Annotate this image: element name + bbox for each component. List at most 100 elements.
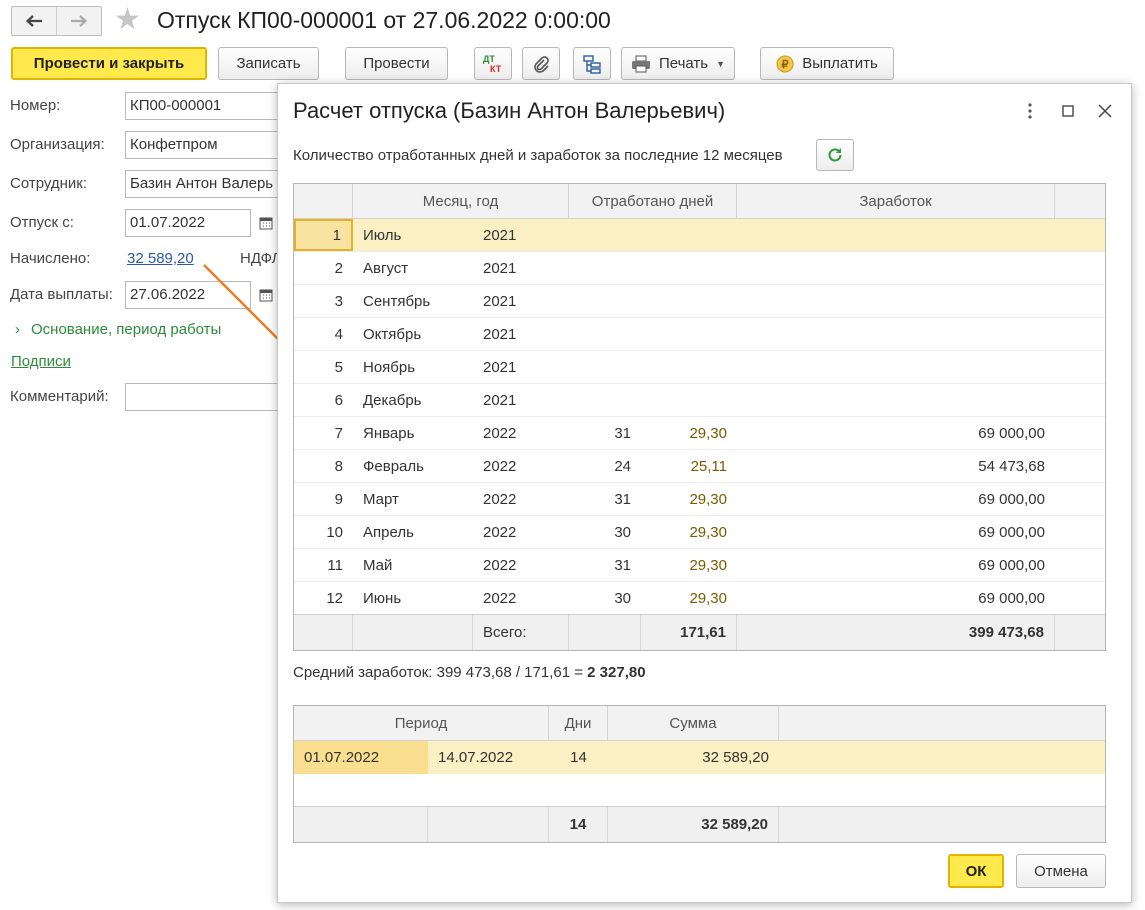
days-cell[interactable]: 31: [569, 549, 641, 581]
accrued-amount-link[interactable]: 32 589,20: [127, 250, 194, 267]
attach-button[interactable]: [522, 47, 560, 80]
year-cell[interactable]: 2022: [473, 582, 569, 614]
days-cell[interactable]: [569, 252, 641, 284]
earnings-cell[interactable]: 69 000,00: [737, 417, 1055, 449]
number-field[interactable]: КП00-000001: [125, 92, 285, 120]
favorite-star-icon[interactable]: ★: [114, 4, 141, 36]
year-cell[interactable]: 2022: [473, 417, 569, 449]
year-cell[interactable]: 2022: [473, 516, 569, 548]
month-cell[interactable]: Ноябрь: [353, 351, 473, 383]
sum-header[interactable]: Сумма: [608, 706, 779, 740]
month-cell[interactable]: Май: [353, 549, 473, 581]
close-icon[interactable]: [1094, 100, 1116, 122]
table-row[interactable]: 8 Февраль 2022 24 25,11 54 473,68: [294, 450, 1105, 483]
period-sum[interactable]: 32 589,20: [608, 741, 779, 774]
row-index[interactable]: 8: [294, 450, 353, 482]
post-and-close-button[interactable]: Провести и закрыть: [11, 47, 207, 80]
year-cell[interactable]: 2022: [473, 549, 569, 581]
more-menu-icon[interactable]: [1019, 100, 1041, 122]
table-row[interactable]: 12 Июнь 2022 30 29,30 69 000,00: [294, 582, 1105, 615]
row-index[interactable]: 3: [294, 285, 353, 317]
days-cell[interactable]: 31: [569, 417, 641, 449]
row-index[interactable]: 4: [294, 318, 353, 350]
month-cell[interactable]: Декабрь: [353, 384, 473, 416]
year-cell[interactable]: 2021: [473, 285, 569, 317]
coefficient-cell[interactable]: [641, 384, 737, 416]
month-cell[interactable]: Октябрь: [353, 318, 473, 350]
basis-section-toggle[interactable]: › Основание, период работы: [15, 321, 221, 338]
back-button[interactable]: [12, 7, 56, 35]
year-cell[interactable]: 2021: [473, 351, 569, 383]
month-cell[interactable]: Июнь: [353, 582, 473, 614]
table-row[interactable]: 2 Август 2021: [294, 252, 1105, 285]
days-cell[interactable]: 24: [569, 450, 641, 482]
year-cell[interactable]: 2021: [473, 252, 569, 284]
coefficient-cell[interactable]: [641, 252, 737, 284]
table-row[interactable]: 6 Декабрь 2021: [294, 384, 1105, 417]
month-cell[interactable]: Март: [353, 483, 473, 515]
earnings-cell[interactable]: 69 000,00: [737, 516, 1055, 548]
month-cell[interactable]: Август: [353, 252, 473, 284]
row-index[interactable]: 10: [294, 516, 353, 548]
year-cell[interactable]: 2021: [473, 219, 569, 251]
days-cell[interactable]: [569, 285, 641, 317]
month-cell[interactable]: Июль: [353, 219, 473, 251]
row-index[interactable]: 5: [294, 351, 353, 383]
table-row[interactable]: 7 Январь 2022 31 29,30 69 000,00: [294, 417, 1105, 450]
row-index[interactable]: 6: [294, 384, 353, 416]
coefficient-cell[interactable]: 25,11: [641, 450, 737, 482]
pay-button[interactable]: ₽ Выплатить: [760, 47, 894, 80]
days-cell[interactable]: [569, 384, 641, 416]
table-row[interactable]: 9 Март 2022 31 29,30 69 000,00: [294, 483, 1105, 516]
print-button[interactable]: Печать ▼: [621, 47, 735, 80]
save-button[interactable]: Записать: [218, 47, 319, 80]
table-row[interactable]: 5 Ноябрь 2021: [294, 351, 1105, 384]
vacation-from-field[interactable]: 01.07.2022: [125, 209, 251, 237]
month-cell[interactable]: Сентябрь: [353, 285, 473, 317]
earnings-cell[interactable]: [737, 285, 1055, 317]
earnings-cell[interactable]: 69 000,00: [737, 483, 1055, 515]
month-year-header[interactable]: Месяц, год: [353, 184, 569, 218]
days-cell[interactable]: 31: [569, 483, 641, 515]
earnings-cell[interactable]: 69 000,00: [737, 582, 1055, 614]
year-cell[interactable]: 2021: [473, 318, 569, 350]
row-index[interactable]: 1: [294, 219, 353, 251]
period-days[interactable]: 14: [549, 741, 608, 774]
year-cell[interactable]: 2022: [473, 450, 569, 482]
employee-field[interactable]: Базин Антон Валерь: [125, 170, 285, 198]
coefficient-cell[interactable]: 29,30: [641, 516, 737, 548]
coefficient-cell[interactable]: [641, 285, 737, 317]
payment-date-field[interactable]: 27.06.2022: [125, 281, 251, 309]
coefficient-cell[interactable]: 29,30: [641, 483, 737, 515]
month-cell[interactable]: Февраль: [353, 450, 473, 482]
month-cell[interactable]: Январь: [353, 417, 473, 449]
year-cell[interactable]: 2021: [473, 384, 569, 416]
days-cell[interactable]: [569, 351, 641, 383]
days-worked-header[interactable]: Отработано дней: [569, 184, 737, 218]
table-row[interactable]: 3 Сентябрь 2021: [294, 285, 1105, 318]
row-index[interactable]: 11: [294, 549, 353, 581]
post-button[interactable]: Провести: [345, 47, 448, 80]
calendar-icon[interactable]: [256, 285, 276, 305]
row-index[interactable]: 9: [294, 483, 353, 515]
days-cell[interactable]: 30: [569, 582, 641, 614]
coefficient-cell[interactable]: [641, 219, 737, 251]
period-header[interactable]: Период: [294, 706, 549, 740]
cancel-button[interactable]: Отмена: [1016, 854, 1106, 888]
organization-field[interactable]: Конфетпром: [125, 131, 285, 159]
coefficient-cell[interactable]: 29,30: [641, 582, 737, 614]
earnings-header[interactable]: Заработок: [737, 184, 1055, 218]
forward-button[interactable]: [56, 7, 101, 35]
coefficient-cell[interactable]: 29,30: [641, 549, 737, 581]
ok-button[interactable]: ОК: [948, 854, 1004, 888]
days-cell[interactable]: [569, 219, 641, 251]
earnings-cell[interactable]: [737, 351, 1055, 383]
days-header[interactable]: Дни: [549, 706, 608, 740]
table-row[interactable]: 4 Октябрь 2021: [294, 318, 1105, 351]
table-row[interactable]: 1 Июль 2021: [294, 219, 1105, 252]
coefficient-cell[interactable]: [641, 318, 737, 350]
signatures-link[interactable]: Подписи: [11, 353, 71, 370]
earnings-cell[interactable]: [737, 252, 1055, 284]
earnings-cell[interactable]: 54 473,68: [737, 450, 1055, 482]
table-row[interactable]: 10 Апрель 2022 30 29,30 69 000,00: [294, 516, 1105, 549]
